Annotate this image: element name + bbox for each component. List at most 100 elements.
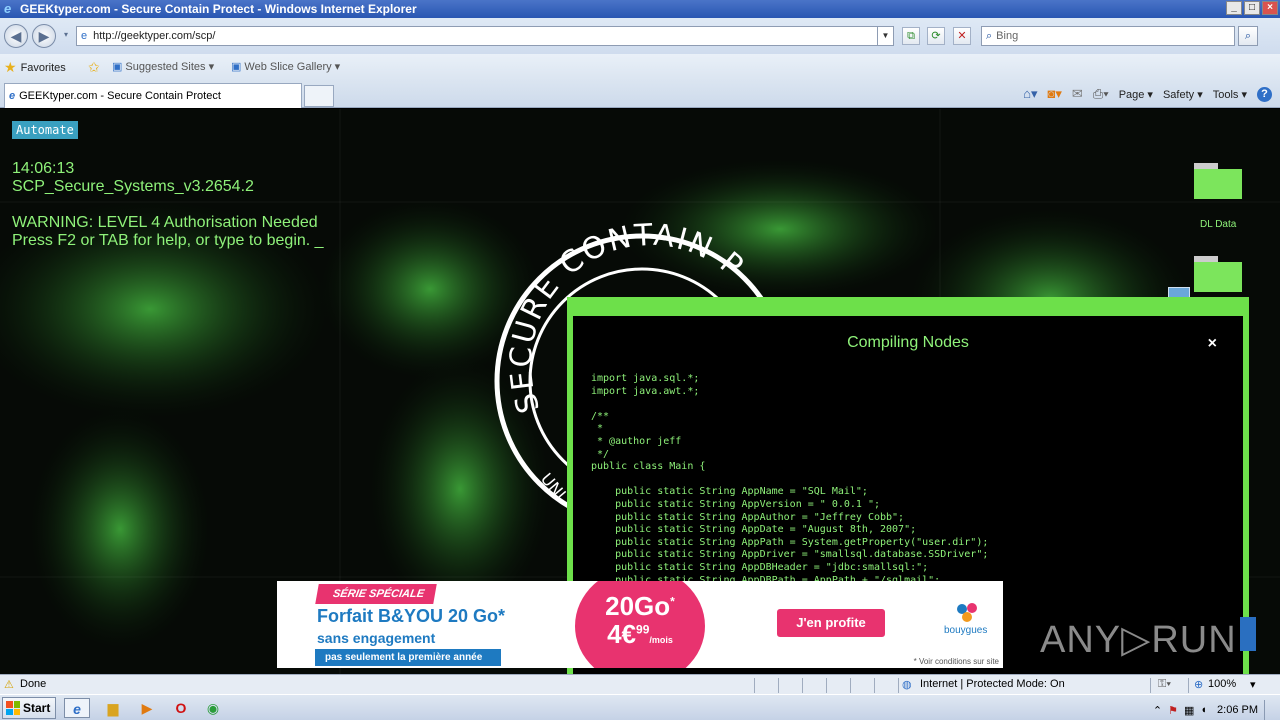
history-dropdown-icon[interactable]: ▾	[60, 24, 72, 48]
start-button[interactable]: Start	[2, 697, 56, 719]
minimize-button[interactable]: _	[1226, 1, 1242, 15]
taskbar-clock[interactable]: 2:06 PM	[1217, 704, 1258, 716]
taskbar-chrome-icon[interactable]: ◉	[200, 698, 226, 718]
code-line: * @author jeff	[591, 435, 682, 447]
taskbar-media-player-icon[interactable]: ▶	[134, 698, 160, 718]
tray-flag-icon[interactable]: ⚑	[1168, 704, 1178, 717]
ad-data-amount: 20Go*	[605, 591, 675, 621]
code-line: import java.awt.*;	[591, 385, 700, 397]
add-favorite-icon[interactable]: ✩	[88, 59, 100, 76]
partial-button[interactable]	[1240, 617, 1256, 651]
tray-expand-icon[interactable]: ⌃	[1153, 704, 1162, 717]
close-window-button[interactable]: ×	[1262, 1, 1278, 15]
code-line: *	[591, 423, 604, 435]
internet-zone-icon: ◍	[902, 679, 912, 691]
security-icon[interactable]: ⚿▾	[1158, 678, 1171, 691]
window-titlebar: e GEEKtyper.com - Secure Contain Protect…	[0, 0, 1280, 18]
ad-cta-button[interactable]: J'en profite	[777, 609, 885, 637]
back-button-icon[interactable]: ◀	[4, 24, 28, 48]
code-line: /**	[591, 410, 610, 422]
modal-close-icon[interactable]: ×	[1208, 335, 1217, 353]
favorites-label: Favorites	[20, 61, 66, 74]
restore-button[interactable]: □	[1244, 1, 1260, 15]
web-slice-label: Web Slice Gallery ▾	[244, 61, 341, 73]
protected-mode-text[interactable]: Internet | Protected Mode: On	[920, 678, 1065, 690]
ad-price-circle: 20Go* 4€99/mois	[575, 581, 705, 668]
compatibility-view-icon[interactable]: ⧉	[902, 27, 920, 45]
code-line: public static String AppName = "SQL Mail…	[591, 486, 868, 498]
tab-favicon-icon: e	[9, 90, 16, 102]
page-menu[interactable]: Page ▾	[1119, 88, 1153, 101]
warning-icon: ⚠	[4, 679, 14, 691]
system-tray: ⌃ ⚑ ▦ ◖ 2:06 PM	[1153, 700, 1276, 720]
code-line: public static String AppPath = System.ge…	[591, 536, 989, 548]
suggested-sites-icon: ▣	[112, 61, 123, 73]
zoom-level[interactable]: 100%	[1208, 678, 1236, 690]
taskbar: Start e ▆ ▶ O ◉ ⌃ ⚑ ▦ ◖ 2:06 PM	[0, 694, 1280, 720]
taskbar-ie-icon[interactable]: e	[64, 698, 90, 718]
read-mail-icon[interactable]: ✉	[1072, 86, 1083, 102]
tray-volume-icon[interactable]: ◖	[1200, 704, 1207, 716]
zoom-icon: ⊕	[1194, 679, 1204, 691]
safety-menu[interactable]: Safety ▾	[1163, 88, 1203, 101]
second-folder-icon[interactable]	[1194, 256, 1242, 292]
forward-button-icon[interactable]: ▶	[32, 24, 56, 48]
refresh-icon[interactable]: ⟳	[927, 27, 945, 45]
suggested-sites-label: Suggested Sites ▾	[125, 61, 215, 73]
tab-geektyper[interactable]: e GEEKtyper.com - Secure Contain Protect	[4, 83, 302, 108]
favorites-button[interactable]: ★ Favorites	[4, 59, 66, 76]
command-bar: ⌂▾ ◙▾ ✉ ⎙▾ Page ▾ Safety ▾ Tools ▾ ?	[1023, 86, 1272, 102]
home-icon[interactable]: ⌂▾	[1023, 86, 1037, 102]
code-line: public static String AppDBHeader = "jdbc…	[591, 561, 929, 573]
web-slice-gallery-link[interactable]: ▣ Web Slice Gallery ▾	[231, 60, 340, 73]
page-icon: e	[81, 30, 88, 42]
ie-logo-icon: e	[4, 1, 12, 16]
ad-price: 4€99/mois	[607, 619, 673, 649]
taskbar-explorer-icon[interactable]: ▆	[100, 698, 126, 718]
search-go-icon[interactable]: ⌕	[1238, 26, 1258, 46]
favorites-bar: ★ Favorites ✩ ▣ Suggested Sites ▾ ▣ Web …	[0, 54, 1280, 80]
dl-data-folder-icon[interactable]	[1194, 163, 1242, 199]
suggested-sites-link[interactable]: ▣ Suggested Sites ▾	[112, 60, 214, 73]
code-line: public class Main {	[591, 461, 706, 473]
tray-network-icon[interactable]: ▦	[1184, 704, 1194, 717]
print-icon[interactable]: ⎙▾	[1093, 86, 1109, 102]
terminal-clock: 14:06:13	[12, 160, 75, 177]
start-label: Start	[23, 701, 51, 715]
ad-subline: sans engagement	[317, 630, 436, 646]
ad-disclaimer: * Voir conditions sur site	[913, 657, 999, 666]
code-line: public static String AppVersion = " 0.0.…	[591, 498, 880, 510]
bouygues-logo-icon	[957, 603, 977, 622]
new-tab-button[interactable]	[304, 85, 334, 107]
stop-icon[interactable]: ✕	[953, 27, 971, 45]
web-slice-icon: ▣	[231, 61, 242, 73]
feeds-icon[interactable]: ◙▾	[1048, 86, 1062, 102]
tab-label: GEEKtyper.com - Secure Contain Protect	[19, 90, 221, 102]
ad-brand: bouygues	[944, 625, 988, 636]
search-placeholder: Bing	[996, 30, 1019, 42]
terminal-help-prompt: Press F2 or TAB for help, or type to beg…	[12, 232, 324, 249]
code-listing: import java.sql.*; import java.awt.*; /**…	[591, 373, 988, 587]
tab-row: e GEEKtyper.com - Secure Contain Protect…	[0, 80, 1280, 108]
zoom-dropdown-icon[interactable]: ▾	[1250, 678, 1256, 691]
tools-menu[interactable]: Tools ▾	[1213, 88, 1247, 101]
windows-logo-icon	[6, 701, 20, 715]
address-bar[interactable]: e http://geektyper.com/scp/ ▼	[76, 26, 894, 46]
automate-button[interactable]: Automate	[12, 121, 78, 139]
taskbar-opera-icon[interactable]: O	[168, 698, 194, 718]
ad-tag: SÉRIE SPÉCIALE	[315, 584, 437, 604]
modal-title: Compiling Nodes	[847, 334, 969, 351]
code-line: public static String AppDriver = "smalls…	[591, 549, 989, 561]
show-desktop-button[interactable]	[1264, 700, 1276, 720]
terminal-system-name: SCP_Secure_Systems_v3.2654.2	[12, 178, 254, 195]
status-bar: ⚠ Done ◍ Internet | Protected Mode: On ⚿…	[0, 674, 1280, 694]
search-input[interactable]: ⌕ Bing	[981, 26, 1235, 46]
help-icon[interactable]: ?	[1257, 86, 1272, 102]
ad-banner[interactable]: SÉRIE SPÉCIALE Forfait B&YOU 20 Go* sans…	[277, 581, 1003, 668]
code-line: public static String AppDate = "August 8…	[591, 524, 917, 536]
search-icon: ⌕	[986, 29, 993, 42]
address-dropdown-icon[interactable]: ▼	[877, 27, 893, 45]
navigation-bar: ◀ ▶ ▾ e http://geektyper.com/scp/ ▼ ⧉ ⟳ …	[0, 18, 1280, 54]
